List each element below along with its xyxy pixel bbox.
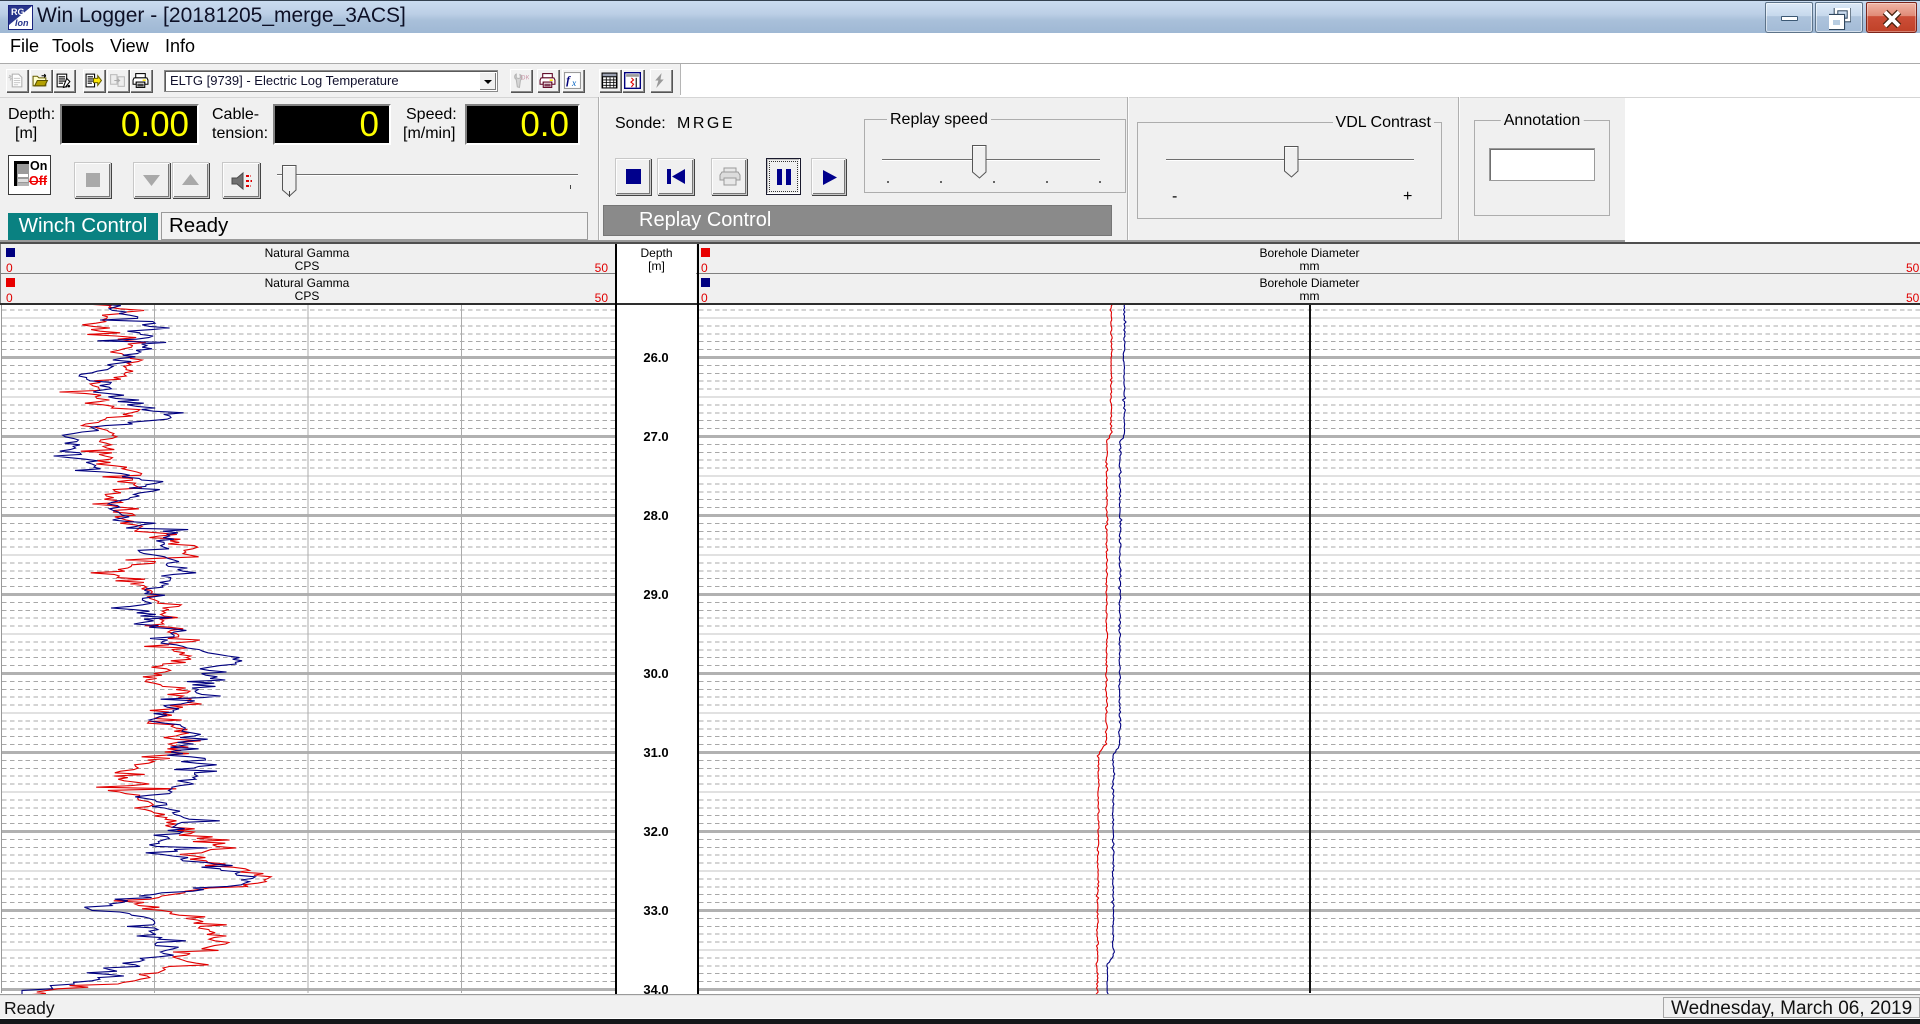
svg-text:RG: RG — [11, 7, 25, 17]
svg-text:33.0: 33.0 — [643, 903, 668, 918]
svg-text:30.0: 30.0 — [643, 666, 668, 681]
svg-text:29.0: 29.0 — [643, 587, 668, 602]
svg-text:31.0: 31.0 — [643, 745, 668, 760]
svg-text:OK: OK — [521, 74, 530, 81]
svg-text:Ion: Ion — [15, 18, 29, 28]
svg-text:27.0: 27.0 — [643, 429, 668, 444]
svg-text:x: x — [571, 78, 577, 89]
svg-text:26.0: 26.0 — [643, 350, 668, 365]
svg-text:34.0: 34.0 — [643, 982, 668, 994]
svg-text:28.0: 28.0 — [643, 508, 668, 523]
svg-text:32.0: 32.0 — [643, 824, 668, 839]
